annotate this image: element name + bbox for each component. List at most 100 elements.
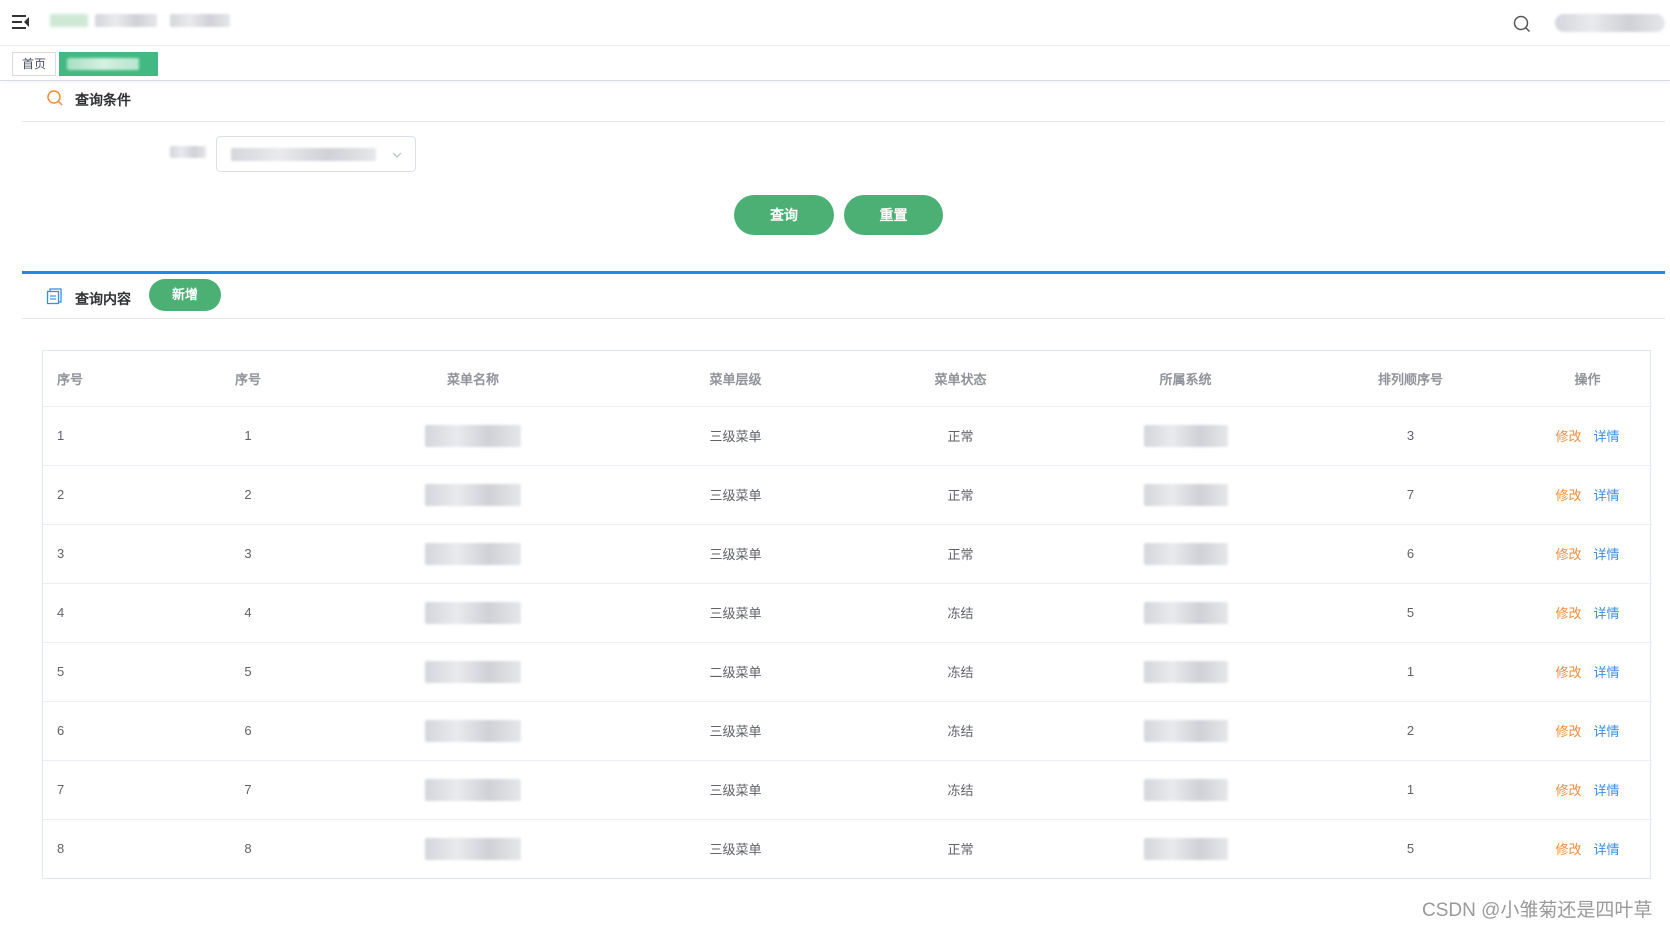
cell-menu-name [323,760,623,820]
table-header-row: 序号 序号 菜单名称 菜单层级 菜单状态 所属系统 排列顺序号 操作 [43,351,1652,407]
system-name-redacted [1143,778,1228,801]
detail-link[interactable]: 详情 [1594,488,1620,503]
cell-menu-name [323,524,623,584]
table-row: 3 3 三级菜单 正常 6 修改 详情 [43,524,1652,584]
tag-home[interactable]: 首页 [12,52,57,76]
cell-sort-order: 3 [1298,406,1523,466]
cell-menu-level: 三级菜单 [709,842,762,858]
query-conditions-header: 查询条件 [22,82,1665,122]
header-menu-name: 菜单名称 [323,351,623,407]
edit-link[interactable]: 修改 [1555,429,1581,444]
system-name-redacted [1143,719,1228,742]
cell-sort-order: 2 [1298,701,1523,761]
cell-system [1073,465,1298,525]
cell-menu-level: 三级菜单 [623,583,848,643]
cell-actions: 修改 详情 [1523,583,1652,643]
menu-name-redacted [425,719,521,742]
detail-link[interactable]: 详情 [1594,783,1620,798]
edit-link[interactable]: 修改 [1555,488,1581,503]
system-name-redacted [1143,837,1228,860]
select-value-redacted [231,148,376,161]
detail-link[interactable]: 详情 [1594,842,1620,857]
table-row: 4 4 三级菜单 冻结 5 修改 详情 [43,583,1652,643]
header-no: 序号 [173,351,323,407]
watermark: CSDN @小雏菊还是四叶草 [1422,900,1653,921]
cell-system [1073,642,1298,702]
query-conditions-title: 查询条件 [75,92,131,108]
cell-system [1073,701,1298,761]
cell-index: 8 [57,841,65,857]
cell-no: 3 [173,524,323,584]
system-name-redacted [1143,483,1228,506]
field-label-redacted [170,146,206,158]
hamburger-icon[interactable] [12,14,30,30]
cell-menu-level: 二级菜单 [623,642,848,702]
query-button[interactable]: 查询 [734,195,834,235]
cell-menu-name [323,583,623,643]
reset-button[interactable]: 重置 [844,195,943,235]
cell-no: 8 [244,841,252,857]
header-menu-level: 菜单层级 [623,351,848,407]
menu-name-redacted [425,542,521,565]
cell-menu-name [323,406,623,466]
system-name-redacted [1143,542,1228,565]
cell-sort-order: 1 [1298,642,1523,702]
cell-system [1073,524,1298,584]
detail-link[interactable]: 详情 [1594,665,1620,680]
search-icon[interactable] [1513,15,1531,33]
cell-menu-status: 冻结 [848,701,1073,761]
query-content-title: 查询内容 [75,291,131,307]
cell-menu-name [323,465,623,525]
cell-actions: 修改 详情 [1523,406,1652,466]
detail-link[interactable]: 详情 [1594,606,1620,621]
cell-actions: 修改 详情 [1523,524,1652,584]
cell-sort-order: 6 [1298,524,1523,584]
cell-menu-status: 正常 [848,465,1073,525]
system-name-redacted [1143,660,1228,683]
cell-menu-level: 三级菜单 [623,701,848,761]
cell-system [1073,583,1298,643]
cell-no: 4 [173,583,323,643]
detail-link[interactable]: 详情 [1594,429,1620,444]
detail-link[interactable]: 详情 [1594,547,1620,562]
cell-menu-status: 正常 [947,842,974,858]
header-index: 序号 [43,351,173,407]
cell-menu-status: 冻结 [848,760,1073,820]
cell-actions: 修改 详情 [1523,760,1652,820]
search-icon [46,89,64,107]
cell-system [1073,406,1298,466]
cell-sort-order: 5 [1298,583,1523,643]
header-sort-order: 排列顺序号 [1298,351,1523,407]
user-avatar-redacted[interactable] [1555,14,1665,32]
cell-menu-status: 正常 [848,524,1073,584]
header-menu-status: 菜单状态 [848,351,1073,407]
cell-menu-name [323,642,623,702]
cell-no: 6 [173,701,323,761]
menu-name-redacted [425,837,521,860]
edit-link[interactable]: 修改 [1555,842,1581,857]
edit-link[interactable]: 修改 [1555,665,1581,680]
edit-link[interactable]: 修改 [1555,606,1581,621]
document-icon [46,287,64,305]
cell-sort-order: 7 [1298,465,1523,525]
cell-index: 1 [43,406,173,466]
app-subtitle-redacted [170,14,230,27]
menu-name-redacted [425,778,521,801]
edit-link[interactable]: 修改 [1555,783,1581,798]
system-name-redacted [1143,601,1228,624]
cell-menu-name [323,819,623,878]
cell-no: 2 [173,465,323,525]
filter-select[interactable] [216,136,416,172]
cell-index: 3 [43,524,173,584]
tag-active-redacted[interactable] [59,52,158,76]
system-name-redacted [1143,424,1228,447]
edit-link[interactable]: 修改 [1555,547,1581,562]
cell-actions: 修改 详情 [1523,465,1652,525]
cell-index: 4 [43,583,173,643]
detail-link[interactable]: 详情 [1594,724,1620,739]
cell-sort-order: 1 [1298,760,1523,820]
add-button[interactable]: 新增 [149,279,221,311]
edit-link[interactable]: 修改 [1555,724,1581,739]
cell-menu-level: 三级菜单 [623,760,848,820]
header-actions: 操作 [1523,351,1652,407]
